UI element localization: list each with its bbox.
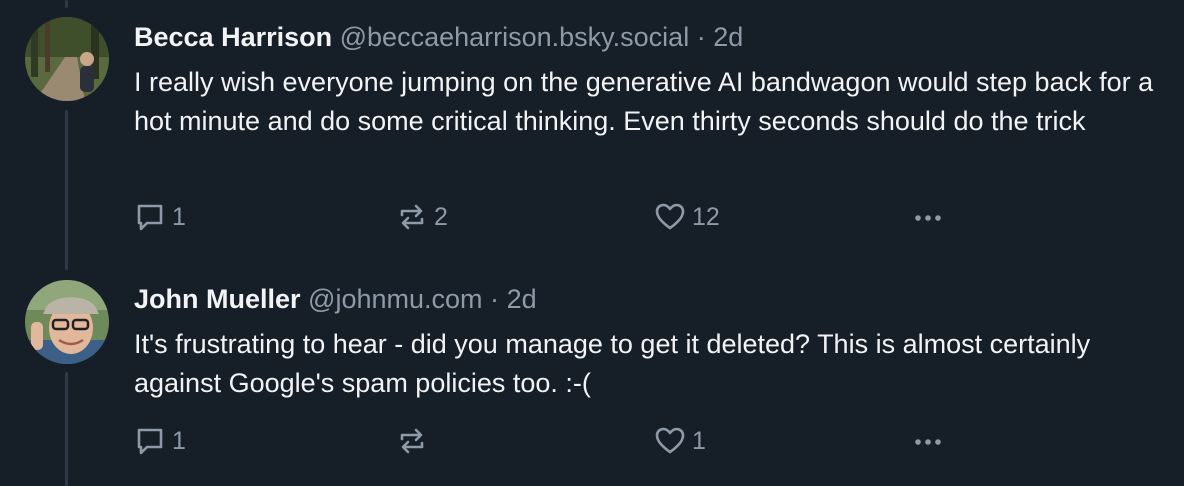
post-actions: 1 2 12	[134, 201, 1154, 235]
author-name[interactable]: Becca Harrison	[134, 22, 332, 52]
repost-icon	[400, 204, 424, 230]
reply-icon	[137, 204, 163, 231]
repost-count: 2	[434, 202, 448, 231]
reply-count: 1	[172, 202, 186, 231]
reply-button[interactable]: 1	[134, 425, 186, 457]
more-options-button[interactable]	[910, 201, 946, 233]
like-count: 1	[692, 426, 706, 455]
reply-button[interactable]: 1	[134, 201, 186, 233]
separator-dot: ·	[490, 284, 500, 314]
heart-icon	[655, 203, 685, 230]
like-count: 12	[692, 202, 720, 231]
post-header: John Mueller @johnmu.com · 2d	[134, 282, 1154, 316]
post-timestamp[interactable]: 2d	[507, 284, 537, 314]
more-options-icon	[915, 215, 941, 221]
more-options-button[interactable]	[910, 425, 946, 457]
avatar[interactable]	[25, 280, 109, 364]
like-button[interactable]: 12	[654, 201, 720, 233]
like-button[interactable]: 1	[654, 425, 706, 457]
post-text: It's frustrating to hear - did you manag…	[134, 329, 1091, 398]
more-options-icon	[915, 439, 941, 445]
avatar[interactable]	[25, 17, 109, 101]
repost-button[interactable]: 2	[396, 201, 448, 233]
post-becca-harrison[interactable]: Becca Harrison @beccaeharrison.bsky.soci…	[0, 0, 1184, 262]
post-actions: 1 1	[134, 425, 1154, 459]
reply-count: 1	[172, 426, 186, 455]
post-header: Becca Harrison @beccaeharrison.bsky.soci…	[134, 20, 1154, 54]
post-text: I really wish everyone jumping on the ge…	[134, 67, 1154, 136]
separator-dot: ·	[696, 22, 706, 52]
repost-icon	[400, 428, 424, 454]
author-name[interactable]: John Mueller	[134, 284, 301, 314]
author-handle[interactable]: @johnmu.com	[308, 284, 482, 314]
author-handle[interactable]: @beccaeharrison.bsky.social	[340, 22, 690, 52]
reply-icon	[137, 428, 163, 455]
post-john-mueller[interactable]: John Mueller @johnmu.com · 2d It's frust…	[0, 262, 1184, 486]
post-timestamp[interactable]: 2d	[713, 22, 743, 52]
repost-button[interactable]	[396, 425, 434, 457]
heart-icon	[655, 427, 685, 454]
